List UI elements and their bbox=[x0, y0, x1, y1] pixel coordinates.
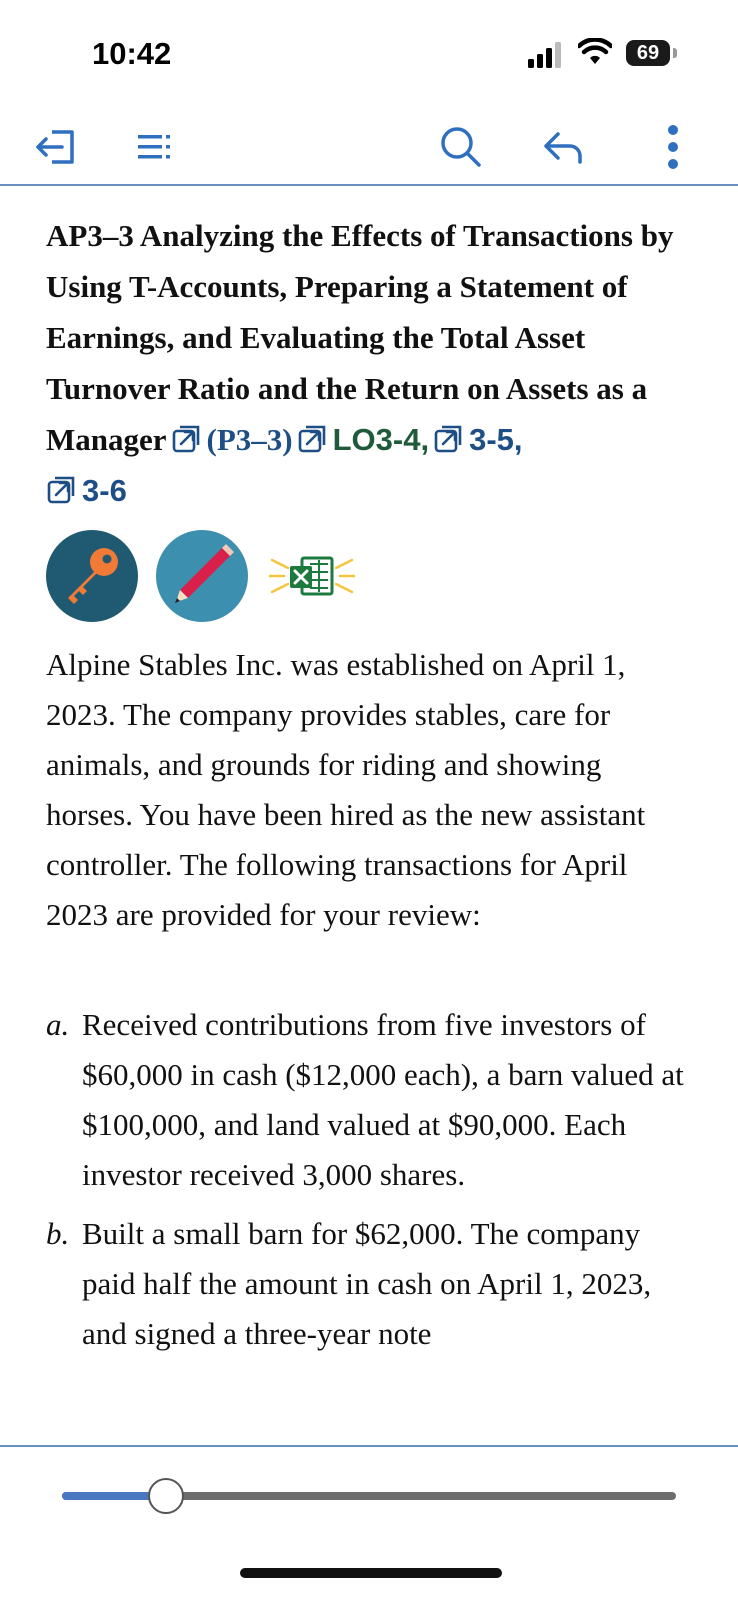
list-item-marker: b. bbox=[46, 1216, 70, 1251]
transaction-list: a. Received contributions from five inve… bbox=[46, 1000, 686, 1368]
pencil-icon[interactable] bbox=[156, 530, 248, 622]
search-icon[interactable] bbox=[436, 122, 486, 172]
table-of-contents-icon[interactable] bbox=[132, 122, 182, 172]
problem-intro-text: Alpine Stables Inc. was established on A… bbox=[46, 647, 646, 932]
external-link-icon[interactable] bbox=[433, 418, 463, 453]
external-link-icon[interactable] bbox=[46, 469, 76, 504]
home-indicator[interactable] bbox=[240, 1568, 502, 1578]
problem-title: AP3–3 Analyzing the Effects of Transacti… bbox=[46, 210, 686, 516]
learning-objective-link[interactable]: 3-5, bbox=[469, 422, 522, 457]
reader-toolbar bbox=[0, 110, 738, 186]
problem-badges bbox=[46, 530, 446, 626]
footer-divider bbox=[0, 1445, 738, 1447]
excel-icon[interactable] bbox=[266, 530, 358, 622]
external-link-icon[interactable] bbox=[171, 418, 201, 453]
problem-header: AP3–3 Analyzing the Effects of Transacti… bbox=[46, 210, 686, 516]
list-item-marker: a. bbox=[46, 1007, 70, 1042]
slider-thumb[interactable] bbox=[148, 1478, 185, 1514]
list-item-text: Received contributions from five investo… bbox=[82, 1007, 684, 1192]
key-icon[interactable] bbox=[46, 530, 138, 622]
page-progress-slider[interactable] bbox=[62, 1476, 676, 1516]
list-item: a. Received contributions from five inve… bbox=[46, 1000, 686, 1200]
battery-icon: 69 bbox=[626, 40, 670, 66]
list-item: b. Built a small barn for $62,000. The c… bbox=[46, 1209, 686, 1359]
problem-intro: Alpine Stables Inc. was established on A… bbox=[46, 640, 686, 940]
more-icon[interactable] bbox=[648, 122, 698, 172]
status-bar: 10:42 69 bbox=[0, 0, 738, 110]
clock: 10:42 bbox=[92, 36, 172, 71]
exit-icon[interactable] bbox=[32, 122, 82, 172]
learning-objective-link[interactable]: LO3-4, bbox=[333, 422, 429, 457]
list-item-text: Built a small barn for $62,000. The comp… bbox=[82, 1216, 652, 1351]
learning-objective-link[interactable]: 3-6 bbox=[82, 473, 127, 508]
wifi-icon bbox=[578, 38, 612, 64]
battery-tip bbox=[673, 48, 677, 58]
signal-icon bbox=[528, 42, 561, 68]
problem-reference-link[interactable]: (P3–3) bbox=[207, 422, 293, 457]
external-link-icon[interactable] bbox=[297, 418, 327, 453]
back-icon[interactable] bbox=[540, 122, 590, 172]
